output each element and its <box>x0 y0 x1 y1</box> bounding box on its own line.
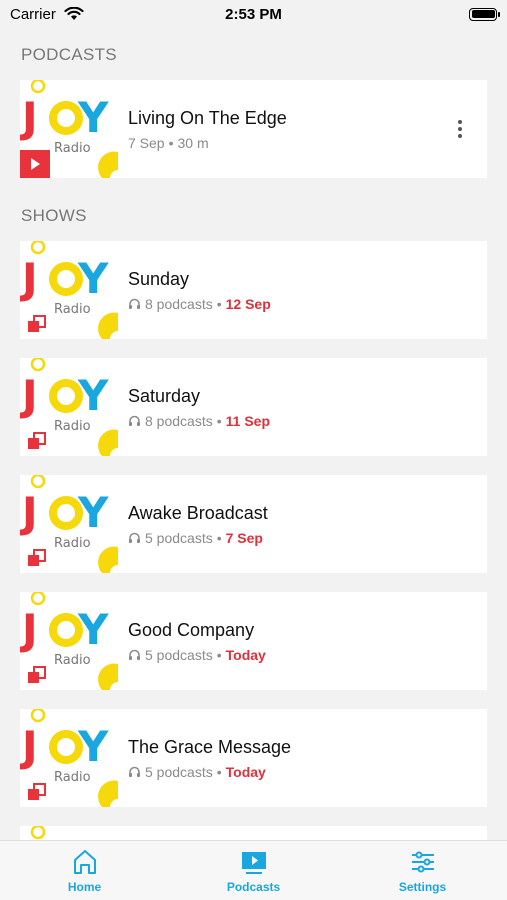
podcasts-icon <box>241 852 266 874</box>
podcast-card[interactable]: J Y Radio Living On The Edge 7 Sep • 30 m <box>20 80 487 178</box>
show-meta: 8 podcasts • 12 Sep <box>128 296 487 312</box>
svg-text:J: J <box>20 605 38 654</box>
headphones-icon <box>129 649 140 660</box>
show-card[interactable]: J Y Radio The Grace Message 5 podcasts • Today <box>20 709 487 807</box>
show-title: The Grace Message <box>128 736 292 757</box>
joy-radio-logo: JYRadio <box>20 826 109 840</box>
svg-text:Y: Y <box>77 371 109 420</box>
show-card[interactable]: J Y Radio Sunday 8 podcasts • 12 Sep <box>20 241 487 339</box>
show-card-partial[interactable]: JYRadio <box>20 826 487 840</box>
svg-text:Y: Y <box>77 488 109 537</box>
tab-podcasts-label: Podcasts <box>226 880 281 894</box>
joy-radio-logo: JYRadio <box>20 592 118 690</box>
status-time: 2:53 PM <box>225 5 282 23</box>
svg-text:Y: Y <box>77 722 109 771</box>
show-date: 7 Sep <box>225 529 263 546</box>
show-meta: 8 podcasts • 11 Sep <box>128 413 487 429</box>
joy-radio-logo: JYRadio <box>20 241 118 339</box>
headphones-icon <box>129 766 140 777</box>
svg-text:J: J <box>20 93 38 142</box>
logo-radio-text: Radio <box>54 419 91 434</box>
headphones-icon <box>129 415 140 426</box>
show-title: Saturday <box>128 385 201 406</box>
settings-icon <box>411 851 434 873</box>
show-meta: 5 podcasts • Today <box>128 647 487 663</box>
svg-text:Y: Y <box>77 605 109 654</box>
tab-settings[interactable]: Settings <box>338 841 507 900</box>
show-podcast-count: 5 podcasts <box>145 763 213 780</box>
content-scroll[interactable]: PODCASTS J Y Radio Living On The Edge 7 Sep •… <box>0 28 507 840</box>
show-meta: 5 podcasts • Today <box>128 764 487 780</box>
podcast-meta: 7 Sep • 30 m <box>128 134 209 151</box>
logo-radio-text: Radio <box>54 141 91 156</box>
joy-radio-logo: JYRadio <box>20 358 118 456</box>
headphones-icon <box>129 532 140 543</box>
battery-icon <box>469 7 500 21</box>
podcasts-section-header: PODCASTS <box>21 45 117 64</box>
joy-radio-logo: JYRadio <box>20 80 118 178</box>
show-podcast-count: 8 podcasts <box>145 295 213 312</box>
logo-radio-text: Radio <box>54 653 91 668</box>
more-options-button[interactable] <box>445 109 475 149</box>
svg-text:Y: Y <box>77 254 109 303</box>
show-card[interactable]: J Y Radio Good Company 5 podcasts • Today <box>20 592 487 690</box>
show-date: Today <box>225 646 266 663</box>
logo-radio-text: Radio <box>54 536 91 551</box>
tab-bar: Home Podcasts Settings <box>0 840 507 900</box>
logo-radio-text: Radio <box>54 302 91 317</box>
tab-home-label: Home <box>67 880 102 894</box>
headphones-icon <box>129 298 140 309</box>
status-bar: Carrier 2:53 PM <box>0 0 507 28</box>
show-card[interactable]: J Y Radio Saturday 8 podcasts • 11 Sep <box>20 358 487 456</box>
status-left: Carrier <box>10 6 84 23</box>
svg-text:J: J <box>20 254 38 303</box>
home-icon <box>73 850 96 874</box>
svg-text:J: J <box>20 488 38 537</box>
show-title: Good Company <box>128 619 255 640</box>
show-card[interactable]: J Y Radio Awake Broadcast 5 podcasts • 7 Sep <box>20 475 487 573</box>
show-date: 12 Sep <box>225 295 271 312</box>
tab-home[interactable]: Home <box>0 841 169 900</box>
shows-section-header: SHOWS <box>21 206 87 225</box>
tab-settings-label: Settings <box>398 880 447 894</box>
tab-podcasts[interactable]: Podcasts <box>169 841 338 900</box>
podcast-duration: 30 m <box>177 134 209 151</box>
show-podcast-count: 5 podcasts <box>145 646 213 663</box>
show-title: Sunday <box>128 268 190 289</box>
wifi-icon <box>64 7 84 20</box>
svg-text:Y: Y <box>77 93 109 142</box>
carrier-label: Carrier <box>10 5 56 23</box>
show-date: Today <box>225 763 266 780</box>
logo-radio-text: Radio <box>54 770 91 785</box>
show-podcast-count: 8 podcasts <box>145 412 213 429</box>
joy-radio-logo: JYRadio <box>20 709 118 807</box>
joy-radio-logo: JYRadio <box>20 475 118 573</box>
svg-text:J: J <box>20 722 38 771</box>
show-title: Awake Broadcast <box>128 502 268 523</box>
svg-text:J: J <box>20 371 38 420</box>
show-meta: 5 podcasts • 7 Sep <box>128 530 487 546</box>
show-podcast-count: 5 podcasts <box>145 529 213 546</box>
podcast-date: 7 Sep <box>128 134 165 151</box>
podcast-title: Living On The Edge <box>128 107 287 128</box>
show-date: 11 Sep <box>225 412 270 429</box>
